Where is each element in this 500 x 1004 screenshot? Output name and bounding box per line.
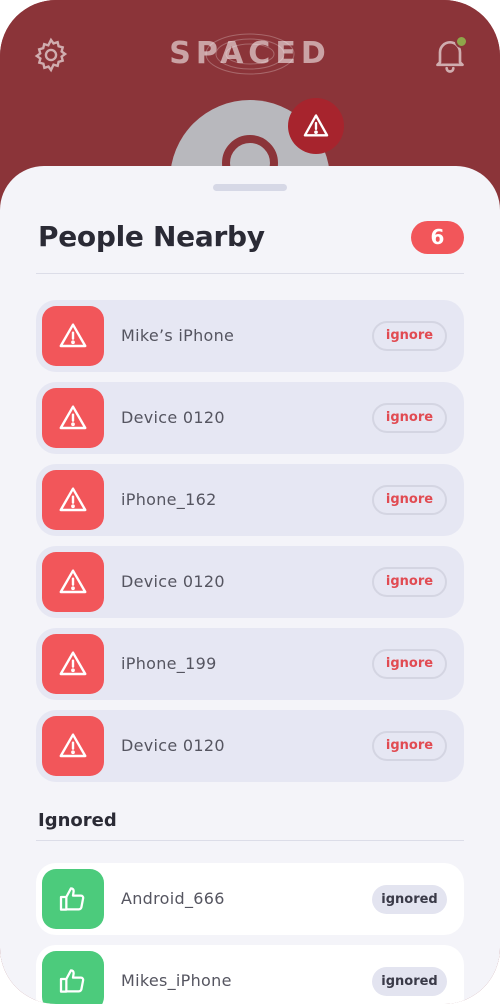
warning-icon bbox=[42, 634, 104, 694]
thumbs-up-icon bbox=[42, 869, 104, 929]
warning-icon bbox=[42, 552, 104, 612]
nearby-device-row[interactable]: Device 0120 ignore bbox=[36, 710, 464, 782]
ignored-list: Android_666 ignored Mikes_iPhone ignored bbox=[36, 863, 464, 1004]
warning-icon bbox=[42, 470, 104, 530]
nearby-list: Mike’s iPhone ignore Device 0120 ignore … bbox=[36, 300, 464, 792]
device-name: iPhone_199 bbox=[121, 654, 217, 673]
ignore-button[interactable]: ignore bbox=[372, 403, 447, 433]
notification-dot bbox=[455, 35, 468, 48]
device-name: Mike’s iPhone bbox=[121, 326, 235, 345]
warning-triangle-icon bbox=[303, 114, 329, 137]
warning-icon bbox=[42, 388, 104, 448]
device-name: Device 0120 bbox=[121, 572, 225, 591]
nearby-device-row[interactable]: iPhone_162 ignore bbox=[36, 464, 464, 536]
page-title: People Nearby bbox=[38, 220, 265, 253]
nearby-device-row[interactable]: Mike’s iPhone ignore bbox=[36, 300, 464, 372]
thumbs-up-icon bbox=[42, 951, 104, 1004]
warning-icon bbox=[42, 716, 104, 776]
divider bbox=[36, 840, 464, 841]
alert-badge[interactable] bbox=[288, 98, 344, 154]
ignored-device-row[interactable]: Mikes_iPhone ignored bbox=[36, 945, 464, 1004]
device-name: Mikes_iPhone bbox=[121, 971, 232, 990]
nearby-device-row[interactable]: Device 0120 ignore bbox=[36, 382, 464, 454]
people-nearby-sheet: People Nearby 6 Mike’s iPhone ignore Dev… bbox=[0, 166, 500, 1004]
ignore-button[interactable]: ignore bbox=[372, 731, 447, 761]
ignore-button[interactable]: ignore bbox=[372, 649, 447, 679]
nearby-device-row[interactable]: iPhone_199 ignore bbox=[36, 628, 464, 700]
ignored-device-row[interactable]: Android_666 ignored bbox=[36, 863, 464, 935]
app-logo: SPACED bbox=[150, 28, 350, 80]
gear-icon[interactable] bbox=[32, 36, 70, 74]
warning-icon bbox=[42, 306, 104, 366]
divider bbox=[36, 273, 464, 274]
device-name: Android_666 bbox=[121, 889, 225, 908]
ignore-button[interactable]: ignore bbox=[372, 485, 447, 515]
device-name: Device 0120 bbox=[121, 736, 225, 755]
ignored-tag[interactable]: ignored bbox=[372, 967, 447, 996]
nearby-device-row[interactable]: Device 0120 ignore bbox=[36, 546, 464, 618]
ignored-tag[interactable]: ignored bbox=[372, 885, 447, 914]
ignored-section-label: Ignored bbox=[38, 810, 117, 831]
count-badge: 6 bbox=[411, 221, 464, 254]
drag-handle[interactable] bbox=[213, 184, 287, 191]
device-name: Device 0120 bbox=[121, 408, 225, 427]
logo-text: SPACED bbox=[169, 36, 331, 71]
ignore-button[interactable]: ignore bbox=[372, 321, 447, 351]
device-name: iPhone_162 bbox=[121, 490, 217, 509]
phone-screen: SPACED People Nearby 6 Mike’s iPhone ign… bbox=[0, 0, 500, 1004]
ignore-button[interactable]: ignore bbox=[372, 567, 447, 597]
